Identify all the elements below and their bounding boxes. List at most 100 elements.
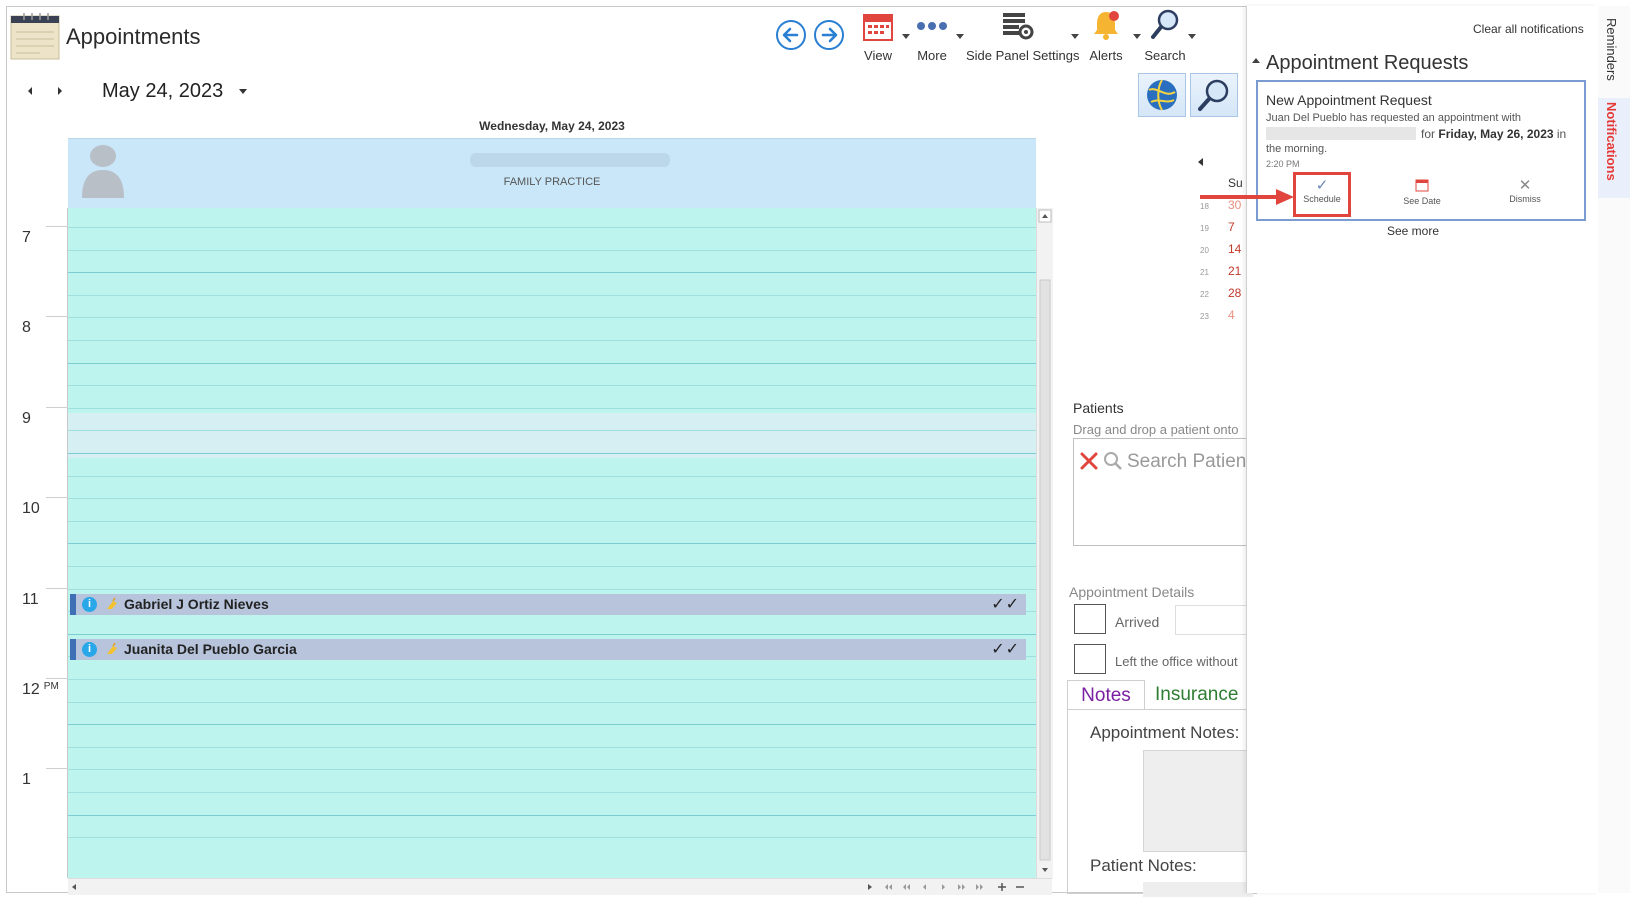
view-button-label: View	[864, 48, 892, 63]
mini-calendar-day[interactable]: 21	[1228, 264, 1241, 278]
time-slot-line	[68, 250, 1036, 251]
tab-reminders[interactable]: Reminders	[1598, 14, 1630, 94]
search-dropdown-caret-icon[interactable]	[1188, 34, 1196, 39]
hour-label: 9	[22, 410, 31, 427]
annotation-arrow-icon	[1198, 187, 1296, 207]
provider-name-redacted	[470, 153, 670, 167]
current-date-label: May 24, 2023	[102, 80, 224, 102]
horizontal-scrollbar[interactable]	[68, 878, 1052, 895]
time-slot-line	[68, 430, 1036, 431]
hour-tick	[46, 768, 68, 769]
appointment-block[interactable]: i Gabriel J Ortiz Nieves ✓✓	[70, 594, 1026, 615]
alerts-dropdown-caret-icon[interactable]	[1133, 34, 1141, 39]
time-slot-line	[68, 702, 1036, 703]
time-slot-line	[68, 408, 1036, 409]
chevron-down-icon	[238, 89, 247, 95]
view-button[interactable]: View	[855, 8, 901, 64]
week-number: 22	[1200, 290, 1209, 299]
view-dropdown-caret-icon[interactable]	[902, 34, 910, 39]
left-office-checkbox[interactable]	[1074, 644, 1106, 674]
time-slot-line	[68, 363, 1036, 364]
bell-icon	[1094, 11, 1119, 40]
resource-header	[68, 138, 1036, 209]
appointment-notes-input[interactable]	[1143, 750, 1255, 852]
mini-calendar-prev-icon[interactable]	[1196, 154, 1206, 172]
notification-text-prefix: for	[1421, 127, 1436, 141]
search-icon	[1103, 451, 1123, 476]
more-dropdown-caret-icon[interactable]	[956, 34, 964, 39]
arrived-checkbox[interactable]	[1074, 604, 1106, 634]
collapse-caret-icon[interactable]	[1252, 58, 1260, 63]
hour-tick	[46, 497, 68, 498]
time-slot-line	[68, 724, 1036, 725]
mini-calendar-day[interactable]: 7	[1228, 220, 1235, 234]
side-panel-settings-label: Side Panel Settings	[966, 48, 1080, 63]
patient-search-button[interactable]	[1190, 73, 1238, 117]
search-button-label: Search	[1144, 48, 1186, 63]
appointment-patient-name: Gabriel J Ortiz Nieves	[124, 596, 269, 612]
mini-calendar-day[interactable]: 4	[1228, 308, 1235, 322]
hour-label: 7	[22, 229, 31, 246]
time-slot-line	[68, 589, 1036, 590]
time-slot-line	[68, 815, 1036, 816]
time-slot-line	[68, 317, 1036, 318]
side-panel-settings-button[interactable]: Side Panel Settings	[966, 8, 1080, 64]
info-icon[interactable]: i	[82, 642, 97, 657]
tab-notes[interactable]: Notes	[1067, 680, 1145, 710]
time-slot-line	[68, 476, 1036, 477]
tab-notifications[interactable]: Notifications	[1598, 98, 1630, 198]
clear-all-notifications-link[interactable]: Clear all notifications	[1473, 22, 1584, 36]
time-slot-line	[68, 227, 1036, 228]
back-arrow-button[interactable]	[776, 20, 806, 50]
search-button[interactable]: Search	[1142, 8, 1188, 64]
mini-calendar-week-row: 19 7	[1200, 220, 1250, 240]
mini-calendar-week-row: 21 21	[1200, 264, 1250, 284]
flag-icon	[105, 642, 119, 656]
provider-name-redacted	[1266, 127, 1416, 140]
time-slot-line	[68, 543, 1036, 544]
time-slot-line	[68, 295, 1036, 296]
hour-tick	[46, 588, 68, 589]
provider-avatar-icon	[76, 142, 130, 204]
hour-label: 10	[22, 500, 40, 517]
patients-title: Patients	[1073, 400, 1124, 416]
mini-calendar-day[interactable]: 14	[1228, 242, 1241, 256]
appointment-block[interactable]: i Juanita Del Pueblo Garcia ✓✓	[70, 639, 1026, 660]
calendar-icon	[1394, 178, 1450, 196]
arrived-label: Arrived	[1115, 614, 1160, 630]
forward-arrow-button[interactable]	[814, 20, 844, 50]
see-date-button[interactable]: See Date	[1394, 178, 1450, 206]
magnifier-icon	[1198, 79, 1229, 111]
ampm-label: PM	[43, 681, 59, 692]
vertical-scrollbar[interactable]	[1036, 208, 1053, 878]
info-icon[interactable]: i	[82, 597, 97, 612]
appointment-patient-name: Juanita Del Pueblo Garcia	[124, 641, 297, 657]
globe-button[interactable]	[1138, 73, 1186, 117]
current-date-selector[interactable]: May 24, 2023	[102, 80, 247, 103]
hour-tick	[46, 407, 68, 408]
hour-label: 12	[22, 681, 40, 698]
hour-tick	[46, 678, 68, 679]
dismiss-button[interactable]: ✕ Dismiss	[1497, 178, 1553, 205]
dismiss-button-label: Dismiss	[1509, 194, 1541, 204]
requested-date: Friday, May 26, 2023	[1438, 127, 1554, 141]
patient-search-input[interactable]: Search Patients	[1127, 451, 1261, 473]
prev-day-icon[interactable]	[28, 87, 32, 95]
mini-calendar-day[interactable]: 28	[1228, 286, 1241, 300]
more-button[interactable]: More	[910, 8, 954, 64]
hour-label-with-ampm: 12 PM	[22, 681, 59, 699]
hour-tick	[46, 226, 68, 227]
calendar-icon	[863, 14, 893, 41]
clear-search-icon[interactable]	[1079, 451, 1099, 476]
next-day-icon[interactable]	[58, 87, 62, 95]
side-panel-dropdown-caret-icon[interactable]	[1071, 34, 1079, 39]
hour-label: 11	[22, 591, 39, 608]
see-more-link[interactable]: See more	[1378, 224, 1448, 238]
selected-time-range	[68, 413, 1036, 458]
annotation-highlight-box	[1293, 172, 1351, 217]
patient-notes-input[interactable]	[1143, 882, 1253, 897]
alerts-button[interactable]: Alerts	[1082, 8, 1130, 64]
tab-insurance[interactable]: Insurance	[1155, 680, 1238, 710]
date-navigation	[18, 78, 78, 104]
week-number: 21	[1200, 268, 1209, 277]
